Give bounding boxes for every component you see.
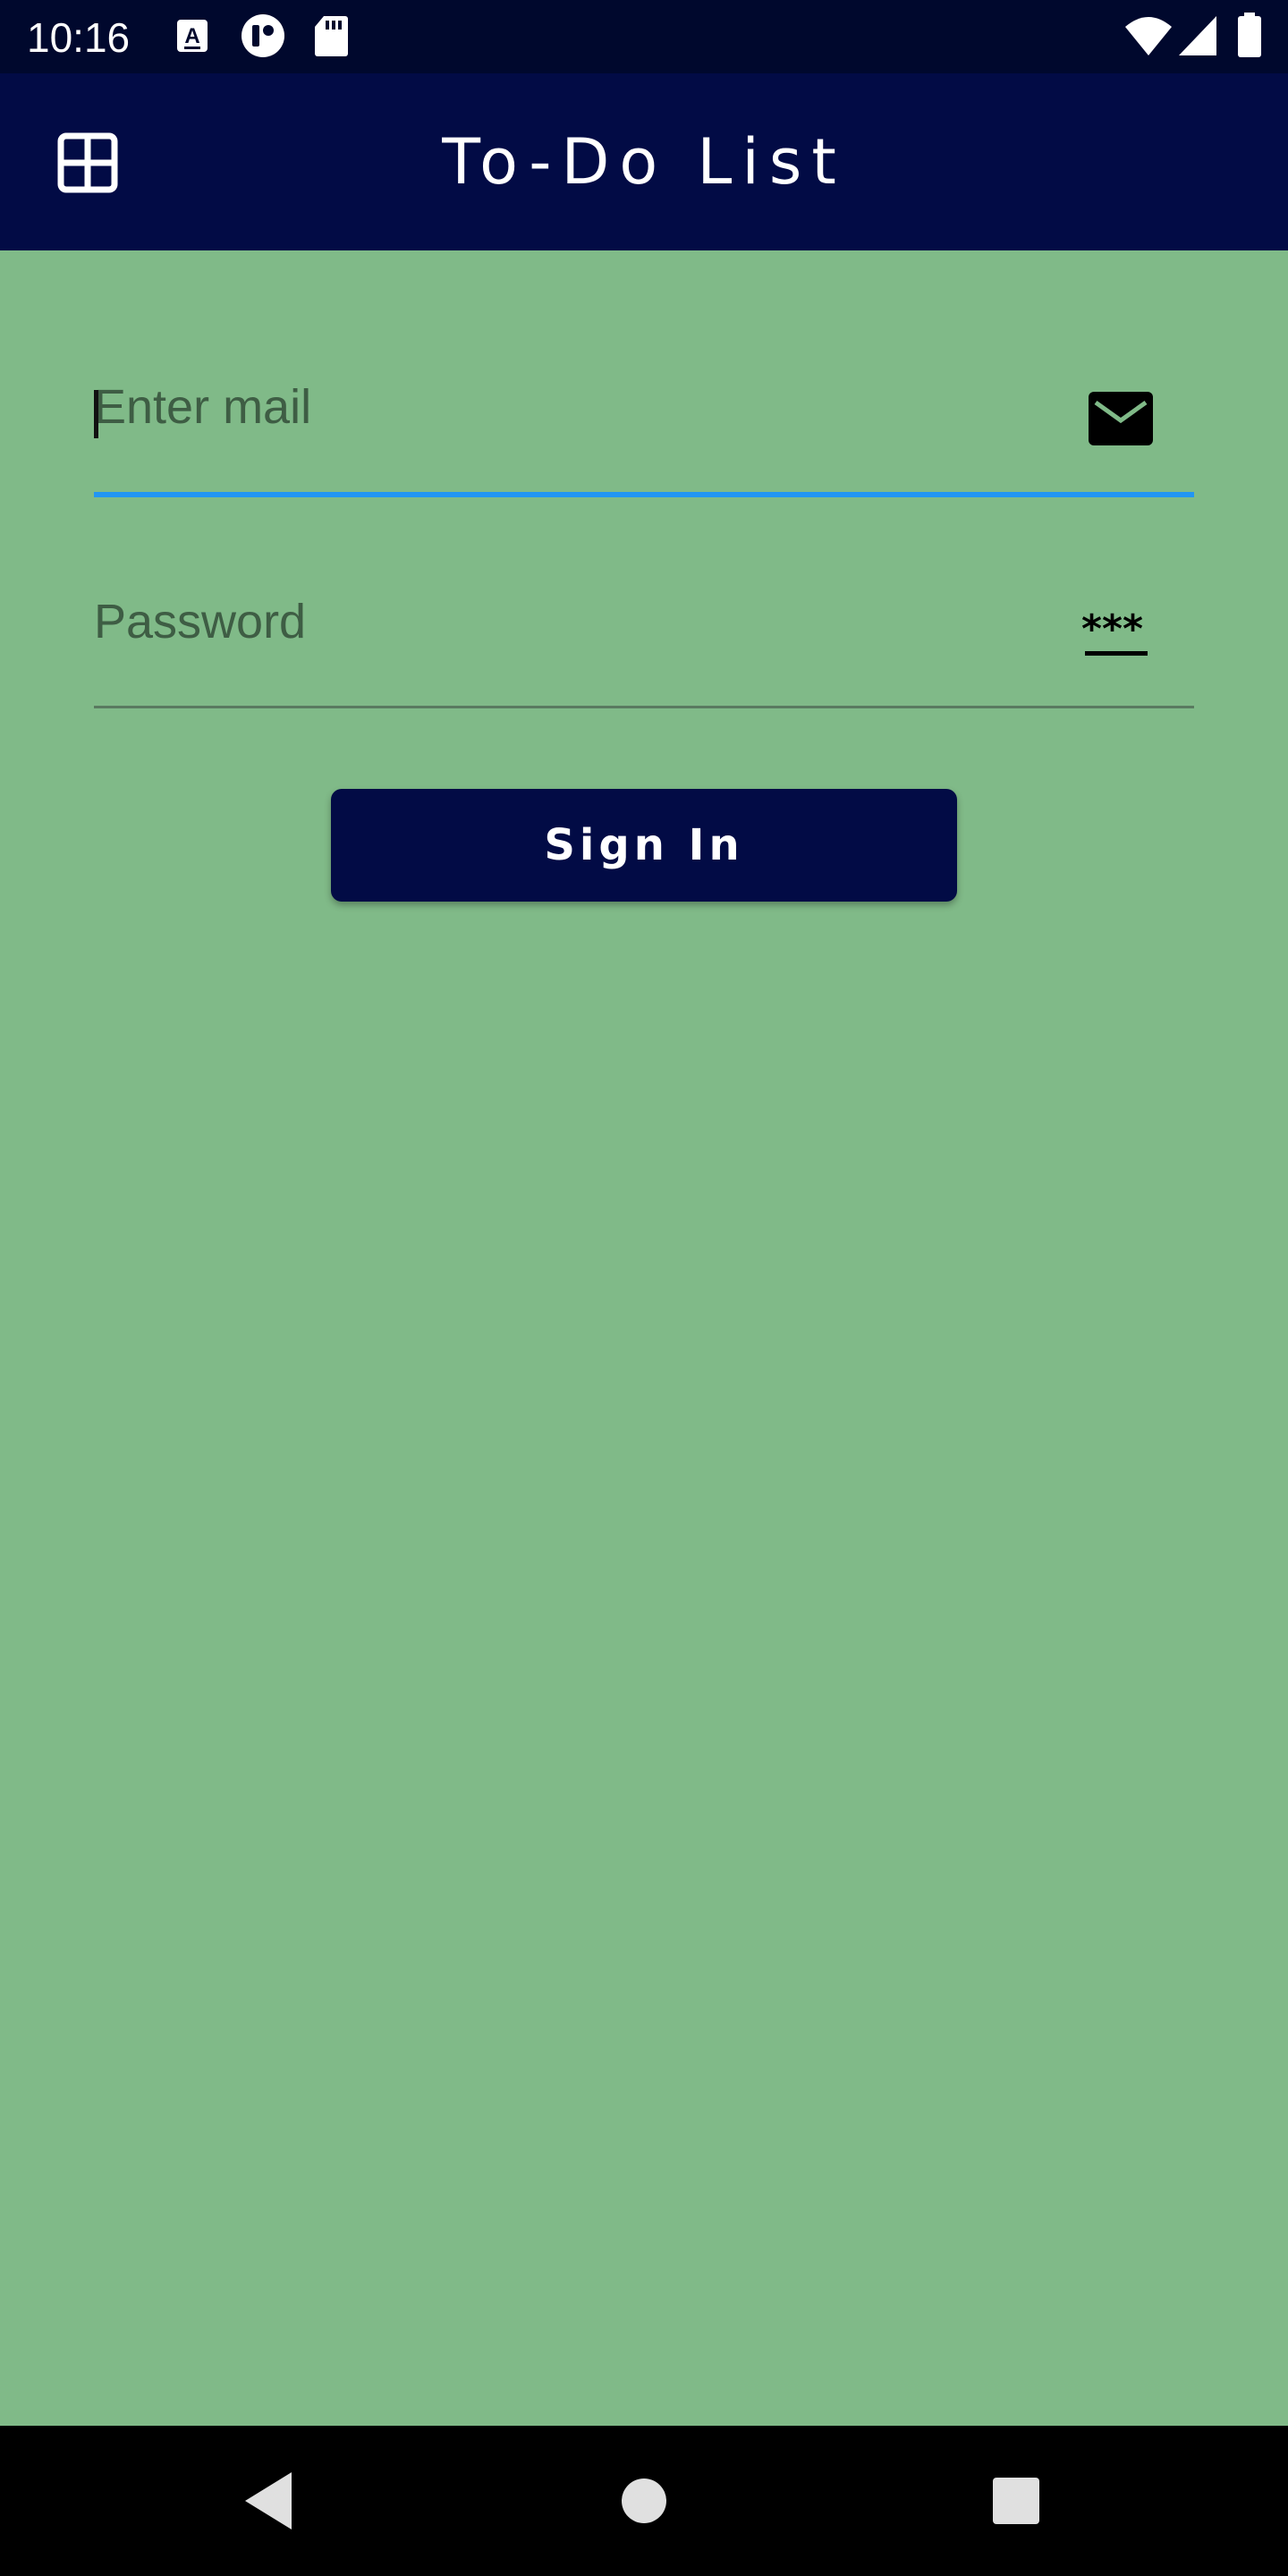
status-bar: 10:16 A <box>0 0 1288 73</box>
cell-signal-icon <box>1177 14 1218 57</box>
battery-icon <box>1236 13 1263 59</box>
password-input[interactable] <box>94 555 1060 689</box>
mail-icon <box>1089 392 1153 445</box>
svg-text:A: A <box>184 24 199 48</box>
recents-icon[interactable] <box>980 2465 1052 2537</box>
login-screen: 10:16 A To-Do List Enter mail *** Sign I… <box>0 0 1288 2576</box>
app-bar: To-Do List <box>0 73 1288 250</box>
app-title: To-Do List <box>442 125 846 199</box>
navigation-bar <box>0 2426 1288 2576</box>
password-icon: *** <box>1081 606 1153 660</box>
status-time: 10:16 <box>27 14 131 61</box>
accessibility-a-icon: A <box>175 16 215 55</box>
password-field[interactable]: *** <box>94 555 1194 708</box>
text-cursor <box>94 390 98 438</box>
email-input[interactable] <box>94 340 1060 474</box>
wifi-icon <box>1123 14 1174 57</box>
back-icon[interactable] <box>233 2465 304 2537</box>
password-underline <box>94 706 1194 708</box>
email-field[interactable] <box>94 340 1194 497</box>
email-underline <box>94 492 1194 497</box>
vpn-key-icon <box>240 13 286 59</box>
sign-in-button[interactable]: Sign In <box>331 789 957 902</box>
home-icon[interactable] <box>608 2465 680 2537</box>
sd-card-icon <box>313 14 349 57</box>
svg-text:***: *** <box>1081 610 1143 652</box>
